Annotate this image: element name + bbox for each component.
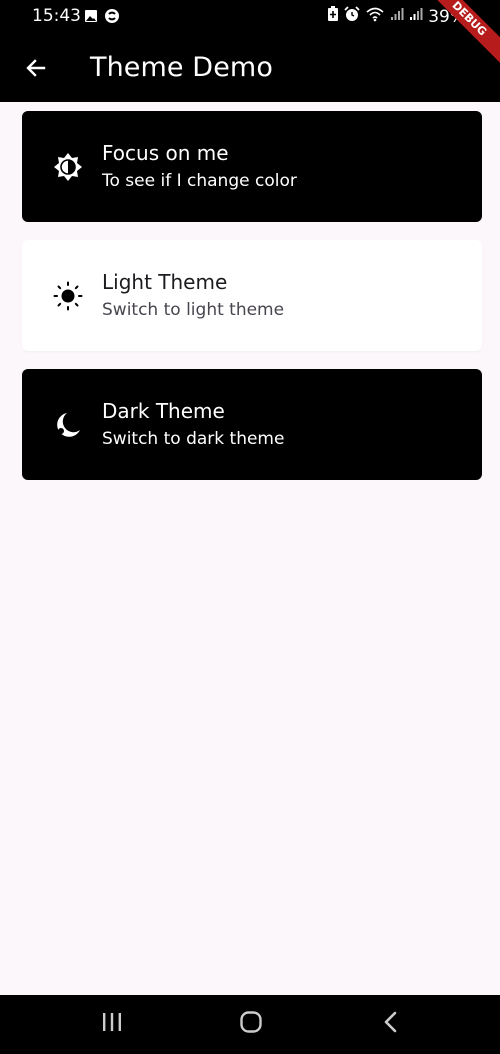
page-title: Theme Demo [90,52,273,83]
signal-icon [390,7,404,26]
card-subtitle: Switch to dark theme [102,429,285,449]
back-button[interactable] [20,54,52,86]
card-subtitle: Switch to light theme [102,300,285,320]
nav-back-button[interactable] [371,1009,411,1039]
battery-saver-icon [327,6,339,27]
card-title: Dark Theme [102,399,225,423]
home-icon [239,1010,263,1039]
focus-card[interactable]: Focus on me To see if I change color [22,111,482,222]
card-title: Light Theme [102,270,228,294]
dark-theme-card[interactable]: Dark Theme Switch to dark theme [22,369,482,480]
wifi-icon [365,6,385,27]
home-button[interactable] [231,1009,271,1039]
signal-icon [409,7,423,26]
alarm-icon [344,6,360,27]
sync-app-icon [104,8,120,29]
status-time: 15:43 [32,6,81,26]
status-right-icons: 39% [327,6,466,27]
system-nav-bar [0,995,500,1054]
app-bar: Theme Demo [0,34,500,102]
card-title: Focus on me [102,141,229,165]
arrow-back-icon [24,56,48,85]
moon-icon [52,409,84,441]
status-bar: 15:43 39% [0,0,500,34]
recent-apps-button[interactable] [92,1009,132,1039]
brightness-icon [52,151,84,183]
image-icon [84,9,98,28]
light-theme-card[interactable]: Light Theme Switch to light theme [22,240,482,351]
sun-icon [52,280,84,312]
status-left-icons [84,8,120,29]
recent-apps-icon [100,1011,124,1038]
back-icon [381,1010,401,1039]
card-subtitle: To see if I change color [102,171,297,191]
